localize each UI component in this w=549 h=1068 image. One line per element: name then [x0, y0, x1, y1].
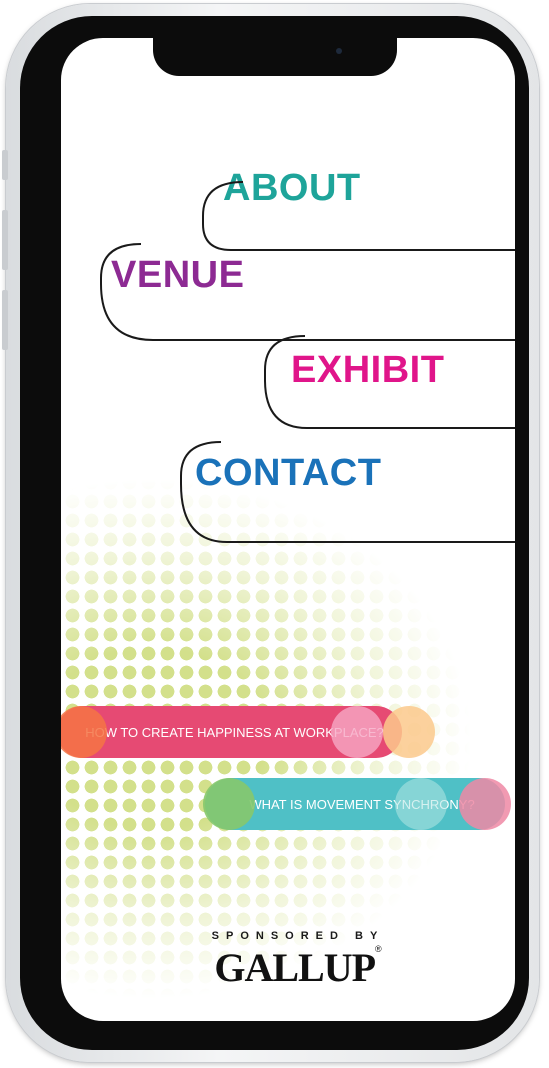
- pill-happiness-bubble-peach: [383, 706, 435, 758]
- pill-synchrony-bubble-light: [395, 778, 447, 830]
- volume-up-button: [2, 150, 8, 180]
- pill-happiness-bubble-pink: [331, 706, 383, 758]
- nav-lines: [100, 181, 515, 543]
- silent-switch: [2, 290, 8, 350]
- phone-notch: [153, 38, 397, 76]
- pill-synchrony-bubble-green: [203, 778, 255, 830]
- app-screen: ABOUT VENUE EXHIBIT CONTACT HOW TO CREAT…: [61, 38, 515, 1021]
- sponsor-caption: SPONSORED BY: [211, 930, 385, 942]
- gallup-logo: GALLUP®: [214, 944, 382, 990]
- sponsor-block: SPONSORED BY GALLUP®: [183, 930, 413, 991]
- volume-down-button: [2, 210, 8, 270]
- pill-synchrony-bubble-rose: [459, 778, 511, 830]
- camera-icon: [336, 48, 342, 54]
